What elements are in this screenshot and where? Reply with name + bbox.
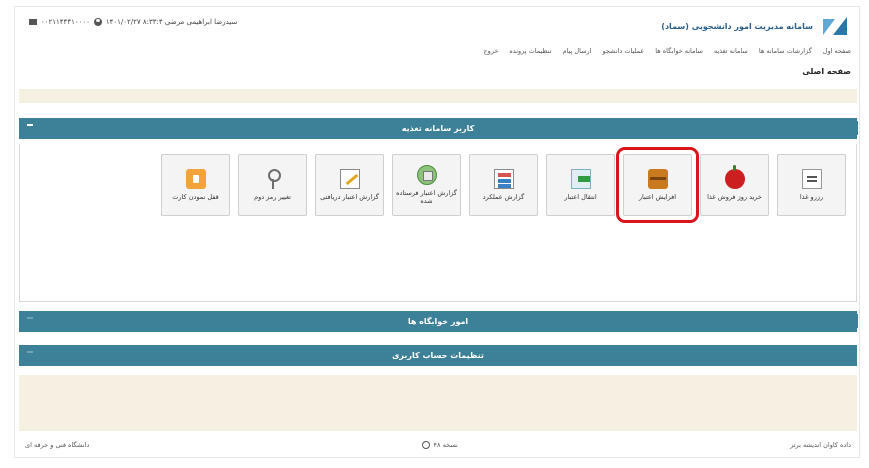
panel-food-header[interactable]: کاربر سامانه تغذیه — [19, 118, 858, 139]
received-credit-icon — [339, 168, 360, 189]
version-text: نسخه ۴۸ — [433, 441, 458, 449]
tile-label: قفل نمودن کارت — [172, 192, 219, 201]
keys-icon — [263, 168, 283, 189]
tile-label: افزایش اعتبار — [638, 192, 677, 201]
tile-transfer-credit[interactable]: انتقال اعتبار — [546, 154, 615, 216]
footer-university: دانشگاه فنی و حرفه ای — [25, 441, 90, 449]
samad-logo-icon — [819, 15, 849, 37]
panel-food-body: رزرو غذا خرید روز فروش غذا افزایش اعتبار… — [19, 144, 857, 302]
panel-food-title: کاربر سامانه تغذیه — [401, 124, 475, 133]
expand-icon[interactable] — [27, 317, 33, 319]
scroll-marker — [855, 314, 858, 328]
page-title: صفحه اصلی — [802, 67, 851, 76]
panel-account-header[interactable]: تنظیمات حساب کاربری — [19, 345, 857, 366]
report-icon — [493, 168, 514, 189]
panel-account-title: تنظیمات حساب کاربری — [392, 351, 484, 360]
brand-title: سامانه مدیریت امور دانشجویی (سماد) — [661, 21, 813, 31]
panel-dorm-title: امور خوابگاه ها — [407, 317, 469, 326]
footer-version: نسخه ۴۸ — [421, 441, 458, 449]
help-icon[interactable] — [421, 441, 430, 449]
tile-label: گزارش عملکرد — [482, 192, 525, 201]
user-name-datetime: سیدرضا ابراهیمی مرضی ۸:۳۳:۴ ۱۴۰۱/۰۲/۲۷ — [105, 18, 238, 26]
top-bar: سامانه مدیریت امور دانشجویی (سماد) ۰۰۲۱۱… — [15, 7, 859, 41]
tile-label: انتقال اعتبار — [564, 192, 597, 201]
tile-increase-credit[interactable]: افزایش اعتبار — [616, 147, 699, 223]
tile-change-second-password[interactable]: تغییر رمز دوم — [238, 154, 307, 216]
chest-icon — [647, 168, 668, 189]
app-frame: سامانه مدیریت امور دانشجویی (سماد) ۰۰۲۱۱… — [14, 6, 860, 458]
tile-performance-report[interactable]: گزارش عملکرد — [469, 154, 538, 216]
tile-sent-credit-report[interactable]: گزارش اعتبار فرستاده شده — [392, 154, 461, 216]
nav-system-reports[interactable]: گزارشات سامانه ها — [759, 47, 812, 61]
expand-icon[interactable] — [27, 351, 33, 353]
sent-credit-icon — [416, 164, 437, 185]
tile-received-credit-report[interactable]: گزارش اعتبار دریافتی — [315, 154, 384, 216]
mail-icon[interactable] — [29, 19, 37, 25]
brand[interactable]: سامانه مدیریت امور دانشجویی (سماد) — [661, 15, 849, 37]
nav-logout[interactable]: خروج — [483, 47, 498, 61]
collapse-icon[interactable] — [27, 124, 33, 126]
nav-food-system[interactable]: سامانه تغذیه — [714, 47, 748, 61]
transfer-icon — [570, 168, 591, 189]
nav-home[interactable]: صفحه اول — [823, 47, 851, 61]
tile-grid: رزرو غذا خرید روز فروش غذا افزایش اعتبار… — [161, 147, 846, 223]
paper-icon — [801, 168, 822, 189]
top-band — [19, 89, 857, 103]
tile-label: رزرو غذا — [799, 192, 824, 201]
tile-label: تغییر رمز دوم — [254, 192, 291, 201]
footer: داده کاوان اندیشه برتر نسخه ۴۸ دانشگاه ف… — [19, 435, 857, 455]
nav-student-operations[interactable]: عملیات دانشجو — [602, 47, 644, 61]
tile-label: گزارش اعتبار دریافتی — [320, 192, 379, 201]
apple-icon — [724, 164, 745, 189]
tile-label: گزارش اعتبار فرستاده شده — [396, 188, 457, 205]
nav-profile-settings[interactable]: تنظیمات پرونده — [509, 47, 551, 61]
footer-company: داده کاوان اندیشه برتر — [790, 441, 851, 449]
lock-icon — [185, 168, 206, 189]
nav-send-message[interactable]: ارسال پیام — [563, 47, 592, 61]
nav-dorm-system[interactable]: سامانه خوابگاه ها — [655, 47, 703, 61]
user-info: ۰۰۲۱۱۴۴۴۱۰۰۰۰ سیدرضا ابراهیمی مرضی ۸:۳۳:… — [29, 18, 237, 26]
tile-food-reserve[interactable]: رزرو غذا — [777, 154, 846, 216]
scroll-marker — [855, 121, 858, 135]
tile-lock-card[interactable]: قفل نمودن کارت — [161, 154, 230, 216]
tile-label: خرید روز فروش غذا — [707, 192, 762, 201]
main-nav: صفحه اول گزارشات سامانه ها سامانه تغذیه … — [15, 47, 859, 61]
bottom-band — [19, 375, 857, 431]
user-icon[interactable] — [93, 18, 102, 26]
tile-buy-day-food[interactable]: خرید روز فروش غذا — [700, 154, 769, 216]
panel-dorm-header[interactable]: امور خوابگاه ها — [19, 311, 858, 332]
phone-number: ۰۰۲۱۱۴۴۴۱۰۰۰۰ — [41, 18, 90, 26]
